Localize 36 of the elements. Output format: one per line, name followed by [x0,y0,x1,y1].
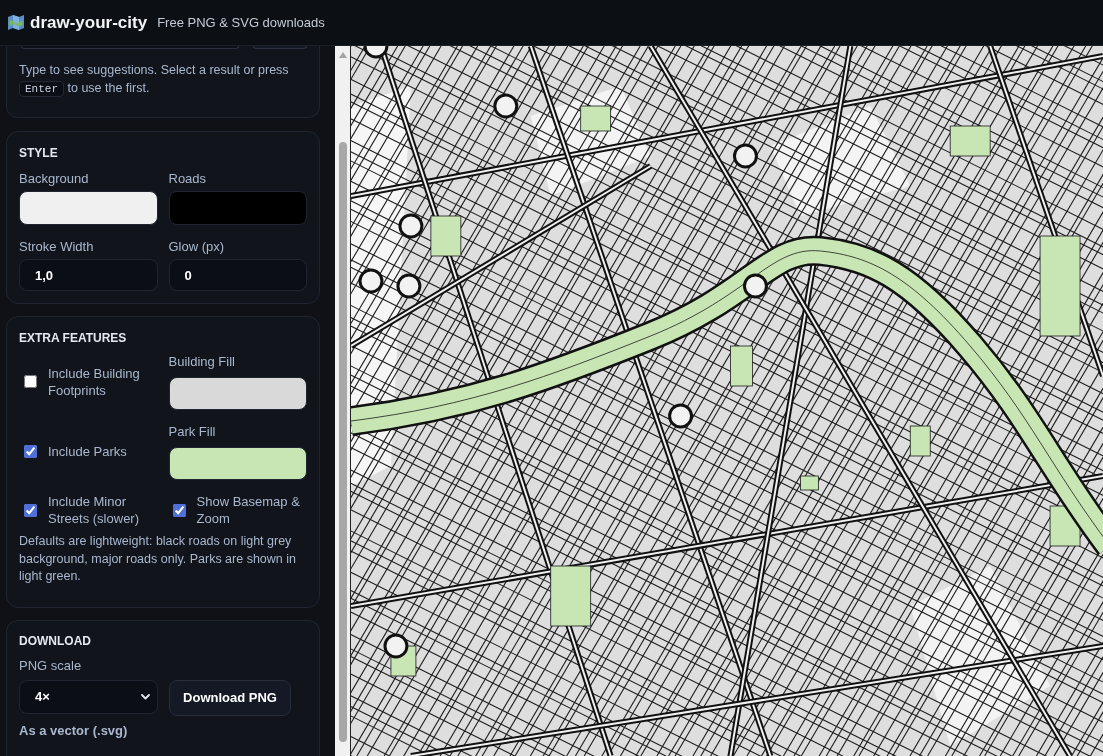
checkbox[interactable] [24,445,37,458]
checkbox[interactable] [24,375,37,388]
field-label: Background [19,170,90,187]
scale-select[interactable]: 4× [19,679,158,714]
field-label: PNG scale [19,656,83,674]
checkbox-label: Show Basemap & Zoom [196,493,301,527]
app-title: draw-your-city [30,11,148,34]
number-field[interactable]: 0 [168,259,307,291]
number-field[interactable]: 1,0 [19,259,158,291]
section-heading: EXTRA FEATURES [19,330,128,346]
section-heading: DOWNLOAD [19,632,92,649]
checkbox-label: Include Parks [48,443,127,460]
color-swatch[interactable] [168,377,307,410]
search-hint: Type to see suggestions. Select a result or press Enter to use the first. [19,62,290,97]
section-label: As a vector (.svg) [19,721,129,739]
help-note: Defaults are lightweight: black roads on light grey background, major roads only. Parks are shown in light green. [19,533,297,585]
scrollbar-thumb[interactable] [338,142,347,742]
field-label: Roads [168,170,208,187]
map-icon [8,15,24,30]
field-label: Building Fill [168,353,236,370]
field-label: Glow (px) [168,238,226,255]
color-swatch[interactable] [168,447,307,480]
section-heading: STYLE [19,145,59,161]
color-swatch[interactable] [19,191,158,225]
scrollbar-track[interactable] [335,46,350,756]
color-swatch[interactable] [168,191,307,225]
field-label: Park Fill [168,423,217,440]
app-tagline: Free PNG & SVG downloads [157,13,325,32]
text-field[interactable] [21,46,239,49]
checkbox-label: Include Minor Streets (slower) [48,493,141,527]
checkbox-label: Include Building Footprints [48,364,141,399]
checkbox[interactable] [172,503,186,517]
field-label: Stroke Width [19,238,95,255]
download-png-button[interactable]: Download PNG [169,679,291,716]
checkbox[interactable] [24,503,37,517]
chevron-down-icon [141,693,150,700]
